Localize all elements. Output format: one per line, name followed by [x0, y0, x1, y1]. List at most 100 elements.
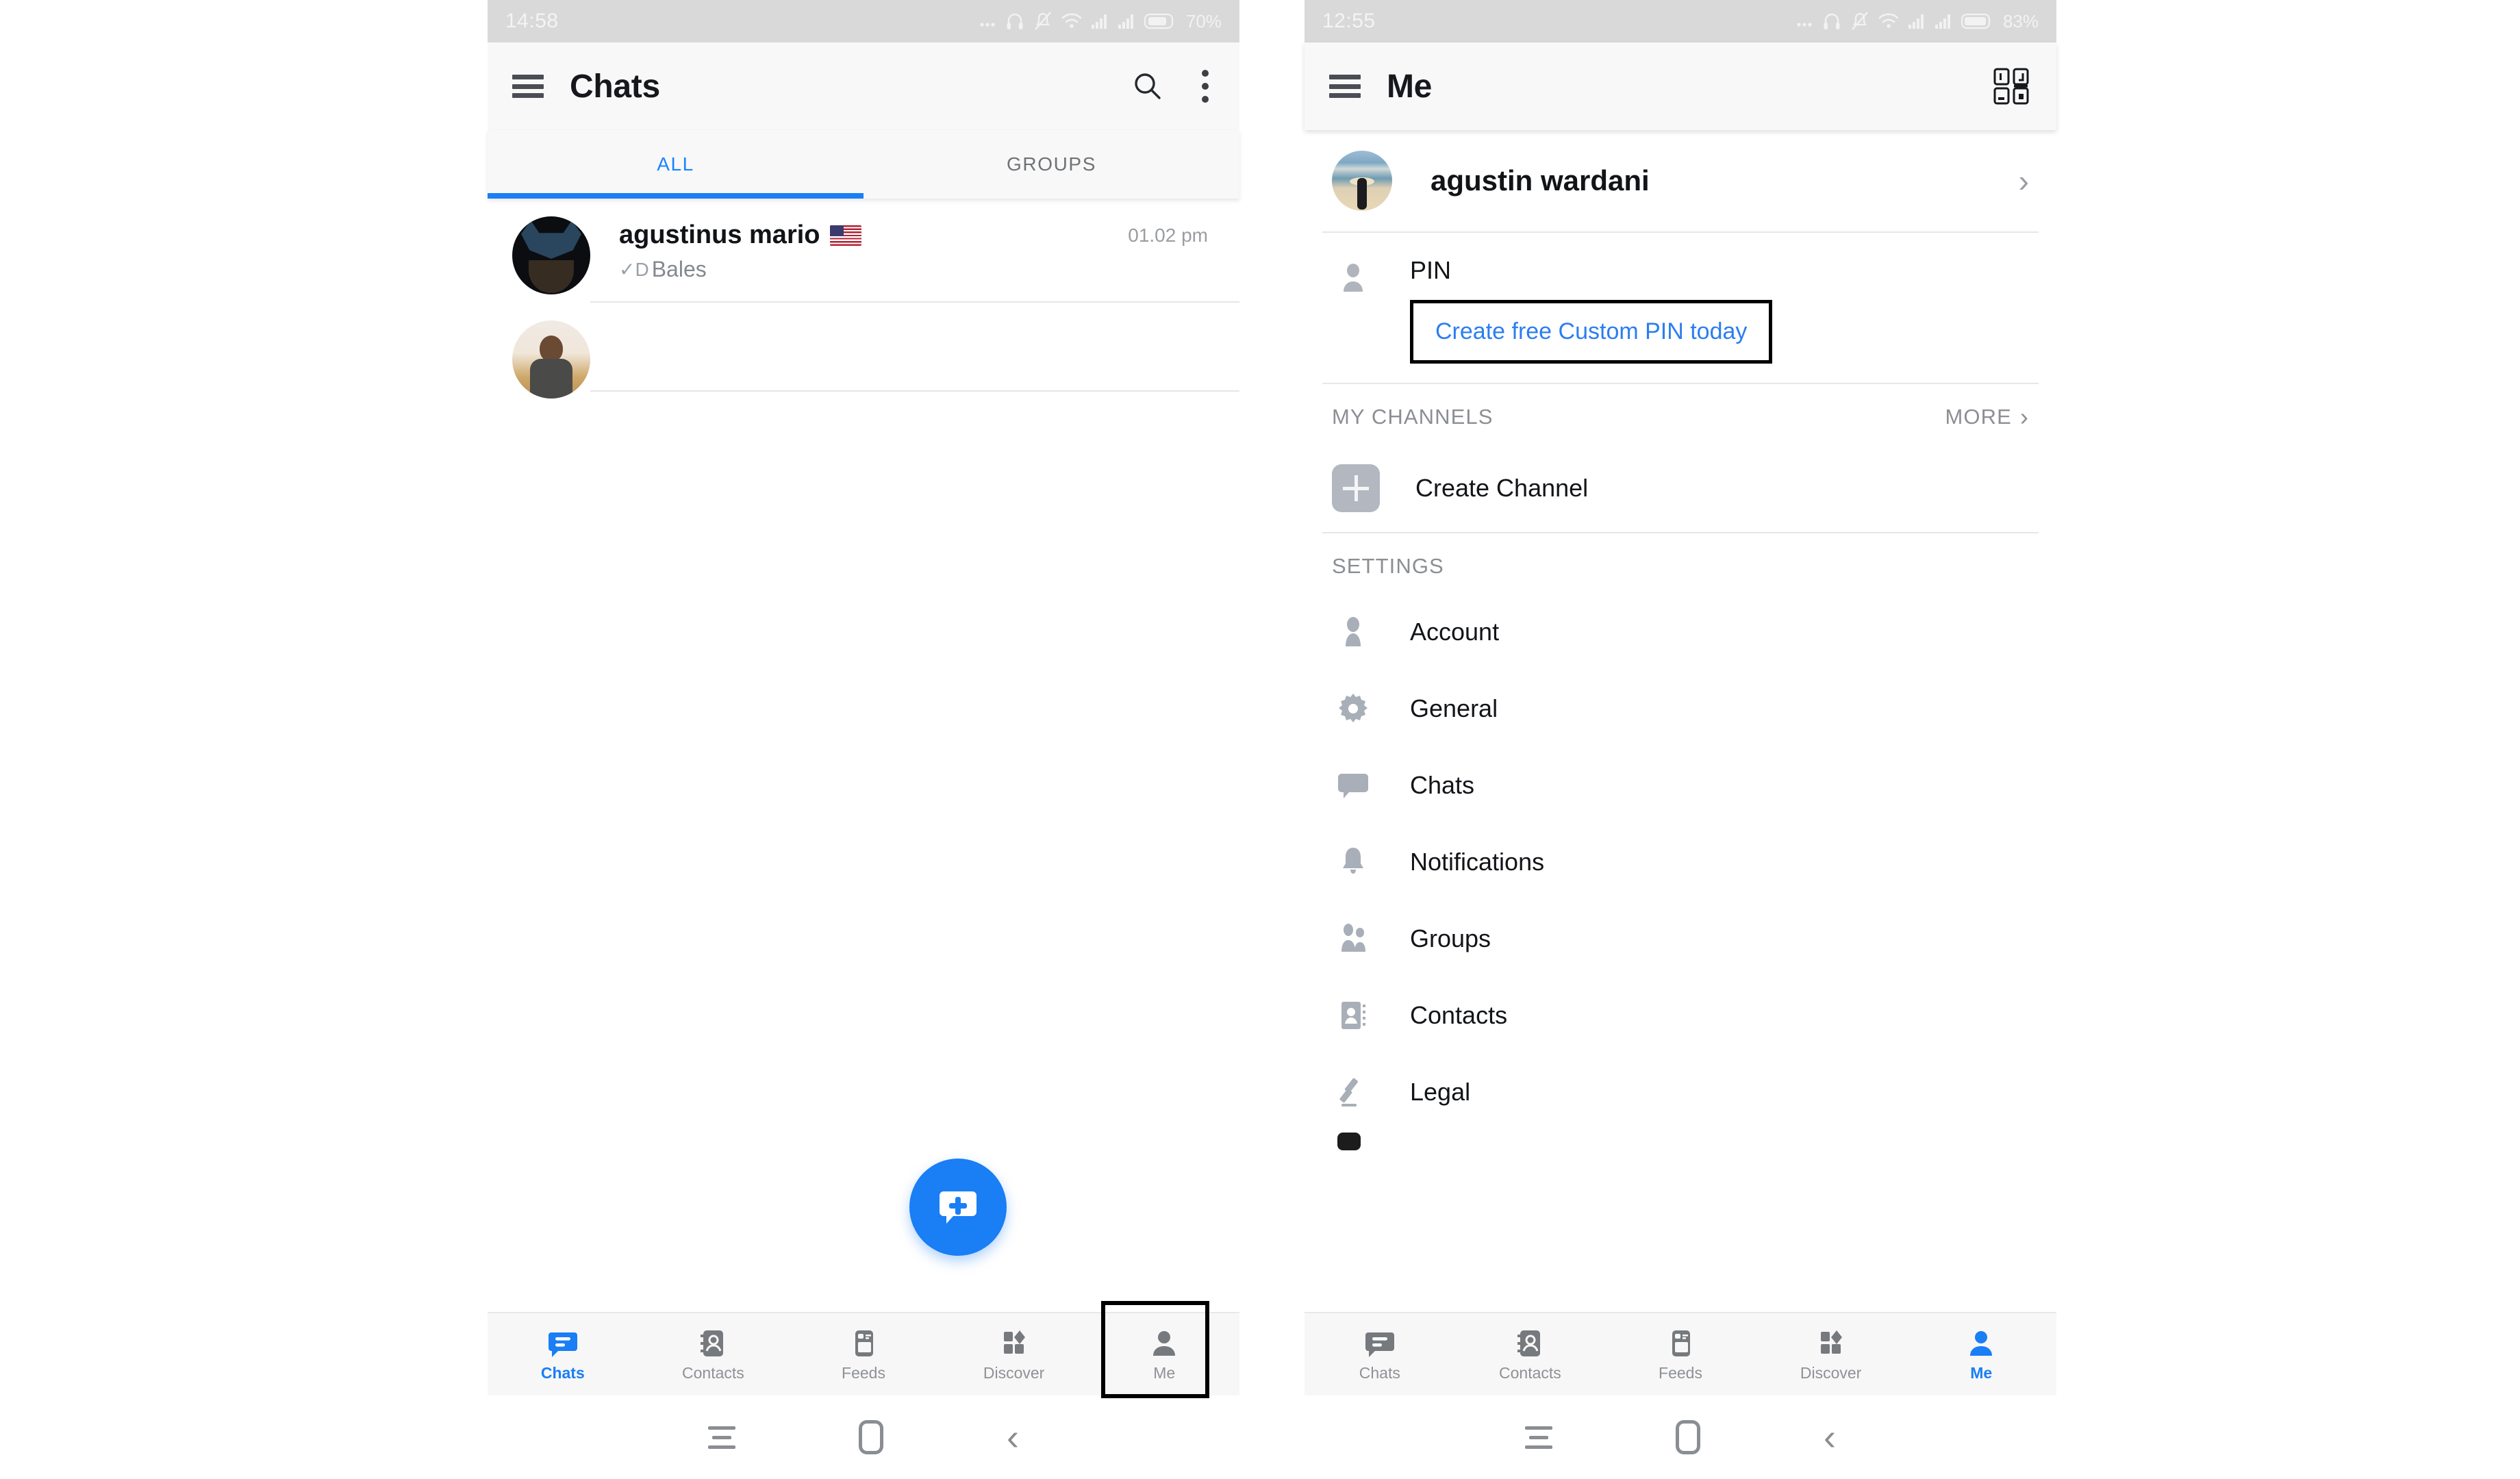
chat-bubble-icon [548, 1332, 577, 1357]
hamburger-icon[interactable] [1329, 75, 1361, 98]
nav-label: Contacts [682, 1363, 744, 1382]
discover-shapes-icon [1820, 1330, 1842, 1354]
status-bar: 12:55 83% [1305, 0, 2056, 42]
recents-icon[interactable] [1525, 1426, 1552, 1449]
chat-list-item[interactable] [488, 303, 1239, 399]
nav-item-feeds[interactable]: Feeds [788, 1313, 939, 1395]
screenshot-stage: 14:58 70% Chats ALL GROUPS agustinus mar… [0, 0, 2520, 1479]
feeds-card-icon [855, 1330, 873, 1356]
settings-header: SETTINGS [1305, 533, 2056, 594]
chat-bubble-icon [1365, 1332, 1394, 1357]
create-channel-label: Create Channel [1415, 474, 1589, 502]
chevron-right-icon: › [2019, 403, 2029, 431]
feeds-card-icon [1672, 1330, 1690, 1356]
back-icon[interactable]: ‹ [1007, 1419, 1019, 1456]
bell-icon [1332, 845, 1374, 879]
create-channel-row[interactable]: Create Channel [1305, 444, 2056, 532]
chat-contact-name: agustinus mario [619, 220, 820, 249]
recents-icon[interactable] [708, 1426, 735, 1449]
nav-item-discover[interactable]: Discover [939, 1313, 1089, 1395]
battery-icon [1144, 13, 1174, 29]
more-dots-icon [1797, 23, 1812, 27]
person-outline-icon [1332, 256, 1374, 296]
page-title: Chats [570, 68, 660, 105]
back-icon[interactable]: ‹ [1824, 1419, 1836, 1456]
page-title: Me [1387, 68, 1433, 105]
photo-avatar[interactable] [512, 320, 590, 399]
settings-item-chats[interactable]: Chats [1305, 747, 2056, 824]
nav-item-feeds[interactable]: Feeds [1605, 1313, 1756, 1395]
search-icon[interactable] [1131, 70, 1164, 103]
status-bar: 14:58 70% [488, 0, 1239, 42]
batman-avatar[interactable] [512, 216, 590, 294]
new-chat-fab[interactable] [909, 1159, 1007, 1256]
chat-list-item[interactable]: agustinus mario 01.02 pm ✓D Bales [488, 199, 1239, 303]
us-flag-icon [829, 225, 861, 246]
kebab-menu-icon[interactable] [1196, 68, 1215, 104]
more-label: MORE [1945, 405, 2012, 429]
settings-item-legal[interactable]: Legal [1305, 1054, 2056, 1130]
nav-item-me[interactable]: Me [1089, 1313, 1239, 1395]
discover-shapes-icon [1003, 1330, 1025, 1354]
chevron-right-icon: › [2018, 163, 2029, 199]
signal-icon [1091, 14, 1107, 29]
settings-item-groups[interactable]: Groups [1305, 900, 2056, 977]
chat-timestamp: 01.02 pm [1128, 224, 1208, 246]
settings-item-notifications[interactable]: Notifications [1305, 824, 2056, 900]
chat-tabs: ALL GROUPS [488, 130, 1239, 199]
qr-code-icon[interactable] [1992, 66, 2032, 106]
nav-item-chats[interactable]: Chats [1305, 1313, 1455, 1395]
chat-bubble-icon [1332, 768, 1374, 802]
create-custom-pin-link[interactable]: Create free Custom PIN today [1435, 318, 1747, 344]
gavel-icon [1332, 1075, 1374, 1109]
headphone-icon [1007, 13, 1023, 29]
nav-item-discover[interactable]: Discover [1756, 1313, 1906, 1395]
profile-row[interactable]: agustin wardani › [1305, 130, 2056, 231]
home-icon[interactable] [1676, 1420, 1700, 1454]
nav-item-contacts[interactable]: Contacts [1455, 1313, 1606, 1395]
nav-label: Feeds [1659, 1363, 1702, 1382]
settings-item-contacts[interactable]: Contacts [1305, 977, 2056, 1054]
settings-label: Legal [1410, 1078, 1471, 1106]
nav-label: Feeds [842, 1363, 885, 1382]
signal2-icon [1935, 14, 1950, 29]
pin-section: PIN Create free Custom PIN today [1305, 233, 2056, 364]
nav-item-chats[interactable]: Chats [488, 1313, 638, 1395]
app-bar-actions [1992, 66, 2032, 106]
status-icons: 83% [1796, 11, 2039, 32]
nav-label: Me [1153, 1363, 1176, 1382]
hamburger-icon[interactable] [512, 75, 544, 98]
bottom-navigation: Chats Contacts Feeds Discover Me [488, 1312, 1239, 1395]
nav-label: Contacts [1499, 1363, 1561, 1382]
contacts-book-icon [1332, 998, 1374, 1033]
my-channels-header: MY CHANNELS MORE › [1305, 384, 2056, 444]
nav-item-contacts[interactable]: Contacts [638, 1313, 789, 1395]
new-chat-icon [940, 1191, 977, 1224]
person-icon [1153, 1330, 1176, 1356]
settings-label: General [1410, 694, 1498, 722]
settings-label: Notifications [1410, 848, 1545, 876]
settings-item-partial[interactable] [1305, 1130, 2056, 1158]
system-navigation-bar: ‹ [488, 1395, 1239, 1479]
wifi-icon [1878, 13, 1899, 28]
home-icon[interactable] [859, 1420, 883, 1454]
more-channels-button[interactable]: MORE › [1945, 405, 2030, 429]
tab-all[interactable]: ALL [488, 130, 864, 199]
beach-avatar[interactable] [1332, 151, 1392, 211]
settings-label: Chats [1410, 771, 1475, 799]
tab-groups[interactable]: GROUPS [864, 130, 1239, 199]
settings-item-general[interactable]: General [1305, 670, 2056, 747]
nav-item-me[interactable]: Me [1906, 1313, 2056, 1395]
settings-label: Contacts [1410, 1001, 1508, 1029]
settings-item-account[interactable]: Account [1305, 594, 2056, 670]
battery-percent: 70% [1185, 10, 1222, 31]
nav-label: Chats [1359, 1363, 1400, 1382]
list-divider [590, 390, 1239, 392]
partial-icon [1332, 1132, 1366, 1156]
settings-label: Account [1410, 618, 1500, 646]
status-time: 12:55 [1322, 10, 1376, 32]
phone-screen-me: 12:55 83% Me agustin wardani › PIN Creat… [1305, 0, 2056, 1479]
system-navigation-bar: ‹ [1305, 1395, 2056, 1479]
headphone-icon [1824, 13, 1840, 29]
nav-label: Chats [540, 1363, 585, 1382]
